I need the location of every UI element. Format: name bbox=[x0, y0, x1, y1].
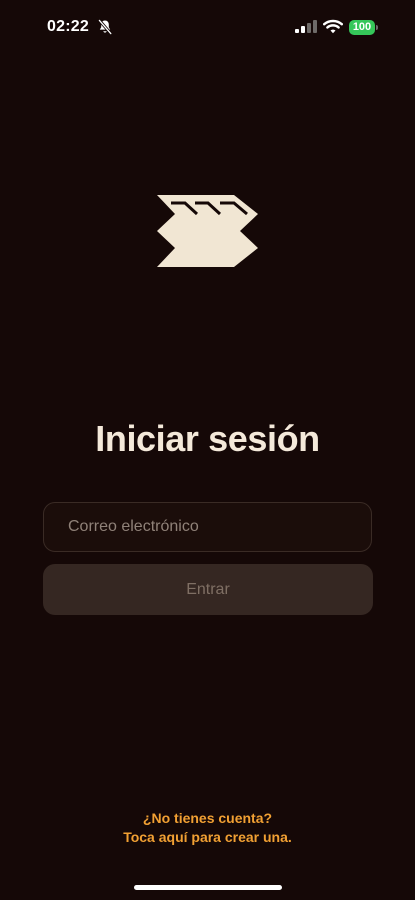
bell-slash-icon bbox=[98, 19, 112, 35]
signup-question: ¿No tienes cuenta? bbox=[142, 810, 273, 826]
home-indicator[interactable] bbox=[134, 885, 282, 890]
email-field[interactable] bbox=[43, 502, 372, 552]
status-bar: 02:22 100 bbox=[0, 0, 415, 58]
page-title: Iniciar sesión bbox=[95, 418, 320, 459]
signal-icon bbox=[295, 20, 317, 33]
status-time: 02:22 bbox=[47, 18, 89, 35]
wifi-icon bbox=[323, 19, 343, 34]
chevron-mark-logo bbox=[157, 195, 258, 267]
battery-level: 100 bbox=[349, 19, 375, 35]
signup-action: Toca aquí para crear una. bbox=[123, 829, 292, 845]
battery-icon: 100 bbox=[349, 19, 379, 35]
battery-cap bbox=[376, 24, 378, 30]
login-button[interactable]: Entrar bbox=[43, 564, 373, 615]
create-account-link[interactable]: ¿No tienes cuenta? Toca aquí para crear … bbox=[0, 809, 415, 847]
